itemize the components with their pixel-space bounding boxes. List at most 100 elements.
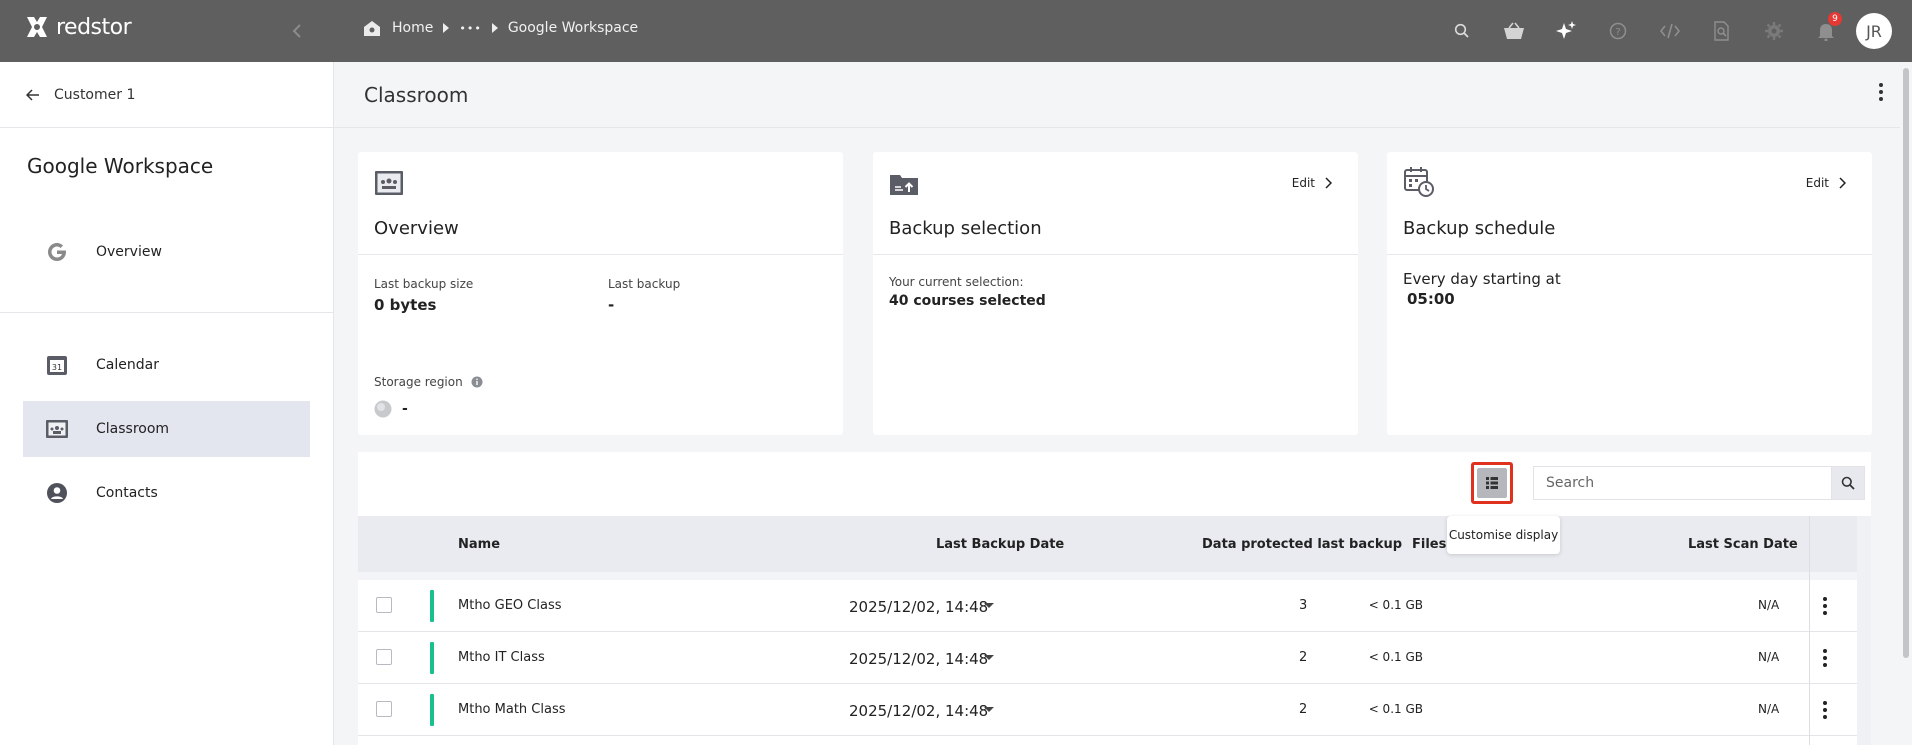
last-backup-date: 2025/12/02, 14:48 bbox=[849, 702, 989, 720]
last-backup-date: 2025/12/02, 14:48 bbox=[849, 598, 989, 616]
table-row[interactable]: Mtho IT Class 2025/12/02, 14:48 < 0.1 GB… bbox=[358, 632, 1857, 684]
breadcrumb-ellipsis[interactable]: ••• bbox=[459, 22, 481, 35]
column-last-backup-date[interactable]: Last Backup Date bbox=[936, 537, 1064, 552]
basket-icon bbox=[1504, 22, 1524, 39]
card-divider bbox=[1387, 254, 1872, 255]
redstor-logo-icon bbox=[27, 17, 47, 37]
card-title: Backup schedule bbox=[1403, 218, 1556, 239]
back-to-customer-link[interactable]: Customer 1 bbox=[0, 62, 333, 128]
breadcrumb: Home ••• Google Workspace bbox=[362, 19, 638, 37]
table-header: Name Last Backup Date Data protected las… bbox=[358, 516, 1857, 572]
breadcrumb-home-label: Home bbox=[392, 20, 434, 36]
search-icon bbox=[1454, 23, 1469, 38]
caret-down-icon[interactable] bbox=[984, 603, 994, 608]
schedule-description: Every day starting at bbox=[1403, 270, 1561, 288]
course-name: Mtho GEO Class bbox=[458, 598, 562, 613]
svg-text:?: ? bbox=[1615, 27, 1620, 38]
card-divider bbox=[358, 254, 843, 255]
breadcrumb-separator-icon bbox=[443, 23, 450, 33]
folder-upload-icon bbox=[889, 172, 919, 200]
sidebar-item-overview[interactable]: Overview bbox=[23, 224, 310, 280]
row-checkbox[interactable] bbox=[376, 649, 392, 665]
search-submit-button[interactable] bbox=[1831, 466, 1865, 500]
more-vertical-icon bbox=[1823, 701, 1827, 719]
table-row[interactable]: Mtho Math Class 2025/12/02, 14:48 < 0.1 … bbox=[358, 684, 1857, 736]
customise-display-button[interactable] bbox=[1471, 462, 1513, 504]
table-row[interactable]: Mtho GEO Class 2025/12/02, 14:48 < 0.1 G… bbox=[358, 580, 1857, 632]
chevron-right-icon bbox=[1325, 177, 1332, 189]
gear-icon bbox=[1765, 22, 1783, 40]
last-backup-value: - bbox=[608, 296, 615, 314]
sidebar-item-classroom[interactable]: Classroom bbox=[23, 401, 310, 457]
row-menu-button[interactable] bbox=[1822, 700, 1828, 724]
notification-badge: 9 bbox=[1828, 12, 1842, 26]
info-icon[interactable] bbox=[471, 376, 483, 388]
sidebar-divider bbox=[0, 312, 334, 313]
last-backup-label: Last backup bbox=[608, 277, 681, 291]
caret-down-icon[interactable] bbox=[984, 707, 994, 712]
card-title: Backup selection bbox=[889, 218, 1042, 239]
status-bar bbox=[430, 694, 434, 726]
caret-down-icon[interactable] bbox=[984, 655, 994, 660]
main-content: Classroom Overview Last backup size 0 by… bbox=[334, 62, 1900, 745]
top-bar: redstor Home ••• Google Workspace ? 9 JR bbox=[0, 0, 1912, 62]
row-checkbox[interactable] bbox=[376, 701, 392, 717]
data-protected: < 0.1 GB bbox=[1368, 650, 1423, 664]
chevron-right-icon bbox=[1839, 177, 1846, 189]
backup-schedule-card: Edit Backup schedule Every day starting … bbox=[1387, 152, 1872, 435]
more-vertical-icon bbox=[1879, 83, 1883, 101]
help-button[interactable]: ? bbox=[1592, 0, 1644, 62]
files-count: 2 bbox=[1299, 650, 1308, 665]
course-name: Mtho Math Class bbox=[458, 702, 566, 717]
edit-selection-button[interactable]: Edit bbox=[1292, 176, 1332, 190]
status-bar bbox=[430, 642, 434, 674]
top-icons: ? 9 JR bbox=[1436, 0, 1912, 62]
last-scan-date: N/A bbox=[1758, 650, 1780, 664]
search-input[interactable]: Search bbox=[1533, 466, 1831, 500]
edit-label: Edit bbox=[1805, 176, 1829, 190]
storage-region-value-row: - bbox=[374, 400, 408, 418]
current-selection-value: 40 courses selected bbox=[889, 293, 1046, 309]
row-menu-button[interactable] bbox=[1822, 648, 1828, 672]
column-last-scan-date[interactable]: Last Scan Date bbox=[1688, 537, 1798, 552]
calendar-icon: 31 bbox=[45, 353, 69, 377]
brand-logo[interactable]: redstor bbox=[24, 14, 132, 40]
page-scrollbar[interactable] bbox=[1900, 62, 1912, 745]
page-header: Classroom bbox=[334, 62, 1900, 128]
developer-button[interactable] bbox=[1644, 0, 1696, 62]
list-settings-icon bbox=[1486, 477, 1498, 489]
sidebar-item-calendar[interactable]: 31 Calendar bbox=[23, 337, 310, 393]
column-data-protected[interactable]: Data protected last backup bbox=[1202, 537, 1402, 552]
storage-region-value: - bbox=[402, 401, 408, 417]
row-menu-button[interactable] bbox=[1822, 596, 1828, 620]
backup-selection-card: Edit Backup selection Your current selec… bbox=[873, 152, 1358, 435]
data-protected: < 0.1 GB bbox=[1368, 702, 1423, 716]
notifications-button[interactable]: 9 bbox=[1800, 0, 1852, 62]
ai-assistant-button[interactable] bbox=[1540, 0, 1592, 62]
breadcrumb-home[interactable]: Home bbox=[362, 19, 433, 37]
page-menu-button[interactable] bbox=[1878, 82, 1884, 107]
collapse-sidebar-button[interactable] bbox=[286, 20, 308, 42]
card-divider bbox=[873, 254, 1358, 255]
sidebar-item-contacts[interactable]: Contacts bbox=[23, 465, 310, 521]
storage-region-row: Storage region bbox=[374, 375, 483, 389]
column-name[interactable]: Name bbox=[458, 537, 500, 552]
last-backup-size-label: Last backup size bbox=[374, 277, 474, 291]
table-scrollbar[interactable] bbox=[1857, 516, 1871, 745]
basket-button[interactable] bbox=[1488, 0, 1540, 62]
actions-column-divider bbox=[1809, 516, 1810, 745]
google-icon bbox=[45, 240, 69, 264]
last-backup-date: 2025/12/02, 14:48 bbox=[849, 650, 989, 668]
customise-display-tooltip: Customise display bbox=[1447, 516, 1560, 554]
row-checkbox[interactable] bbox=[376, 597, 392, 613]
page-scrollbar-thumb[interactable] bbox=[1903, 68, 1909, 658]
edit-schedule-button[interactable]: Edit bbox=[1806, 176, 1846, 190]
brand-name: redstor bbox=[56, 14, 132, 40]
file-search-button[interactable] bbox=[1696, 0, 1748, 62]
settings-button[interactable] bbox=[1748, 0, 1800, 62]
edit-label: Edit bbox=[1291, 176, 1315, 190]
user-avatar[interactable]: JR bbox=[1856, 13, 1892, 49]
search-button[interactable] bbox=[1436, 0, 1488, 62]
courses-table-panel: Search Name Last Backup Date Data protec… bbox=[358, 452, 1871, 745]
code-icon bbox=[1659, 23, 1681, 39]
